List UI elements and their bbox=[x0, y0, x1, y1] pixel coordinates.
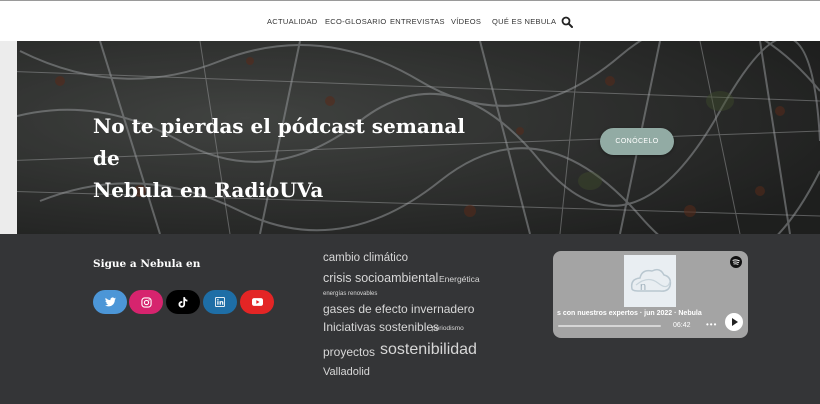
nav-item-que-es-nebula[interactable]: QUÉ ES NEBULA bbox=[492, 17, 556, 26]
svg-text:n: n bbox=[640, 281, 646, 293]
play-icon bbox=[732, 318, 738, 326]
tag-periodismo[interactable]: periodismo bbox=[432, 325, 464, 332]
nav-item-actualidad[interactable]: ACTUALIDAD bbox=[267, 17, 318, 26]
spotify-embed[interactable]: n s con nuestros expertos · jun 2022 · N… bbox=[553, 251, 748, 338]
instagram-icon bbox=[140, 296, 152, 308]
tag-sostenibilidad[interactable]: sostenibilidad bbox=[380, 341, 477, 359]
tag-gases-de-efecto-invernadero[interactable]: gases de efecto invernadero bbox=[323, 302, 474, 316]
podcast-cover[interactable]: n bbox=[624, 255, 676, 307]
hero-title: No te pierdas el pódcast semanal de Nebu… bbox=[93, 110, 493, 206]
instagram-button[interactable] bbox=[129, 290, 163, 314]
tiktok-icon bbox=[178, 296, 188, 308]
tag-iniciativas-sostenibles[interactable]: Iniciativas sostenibles bbox=[323, 320, 439, 334]
tiktok-button[interactable] bbox=[166, 290, 200, 314]
twitter-icon bbox=[104, 297, 116, 307]
nebula-logo-icon: n bbox=[624, 255, 676, 307]
linkedin-icon bbox=[215, 297, 225, 307]
nav-item-videos[interactable]: VÍDEOS bbox=[451, 17, 481, 26]
linkedin-button[interactable] bbox=[203, 290, 237, 314]
progress-bar[interactable] bbox=[558, 325, 661, 327]
play-button[interactable] bbox=[725, 313, 743, 331]
track-title[interactable]: s con nuestros expertos · jun 2022 · Neb… bbox=[557, 310, 702, 317]
nav-item-eco-glosario[interactable]: ECO-GLOSARIO bbox=[325, 17, 387, 26]
nav-item-entrevistas[interactable]: ENTREVISTAS bbox=[390, 17, 445, 26]
tag-crisis-socioambiental[interactable]: crisis socioambiental bbox=[323, 271, 438, 285]
youtube-button[interactable] bbox=[240, 290, 274, 314]
track-time: 06:42 bbox=[673, 322, 691, 329]
tag-valladolid[interactable]: Valladolid bbox=[323, 366, 370, 378]
follow-title: Sigue a Nebula en bbox=[93, 258, 201, 270]
tag-proyectos[interactable]: proyectos bbox=[323, 345, 375, 359]
hero-left-strip bbox=[0, 41, 17, 234]
hero-title-line-2: Nebula en RadioUVa bbox=[93, 178, 324, 202]
top-navigation: ACTUALIDAD ECO-GLOSARIO ENTREVISTAS VÍDE… bbox=[0, 0, 820, 41]
search-icon[interactable] bbox=[561, 16, 573, 28]
hero-title-line-1: No te pierdas el pódcast semanal de bbox=[93, 114, 465, 170]
youtube-icon bbox=[251, 298, 263, 306]
tag-energetica[interactable]: Energética bbox=[439, 274, 480, 284]
tag-energias-renovables[interactable]: energías renovables bbox=[323, 291, 377, 297]
twitter-button[interactable] bbox=[93, 290, 127, 314]
spotify-icon bbox=[730, 256, 742, 268]
tag-cambio-climatico[interactable]: cambio climático bbox=[323, 252, 408, 264]
more-options-icon[interactable]: ••• bbox=[706, 320, 717, 329]
conocelo-button[interactable]: CONÓCELO bbox=[600, 128, 674, 155]
